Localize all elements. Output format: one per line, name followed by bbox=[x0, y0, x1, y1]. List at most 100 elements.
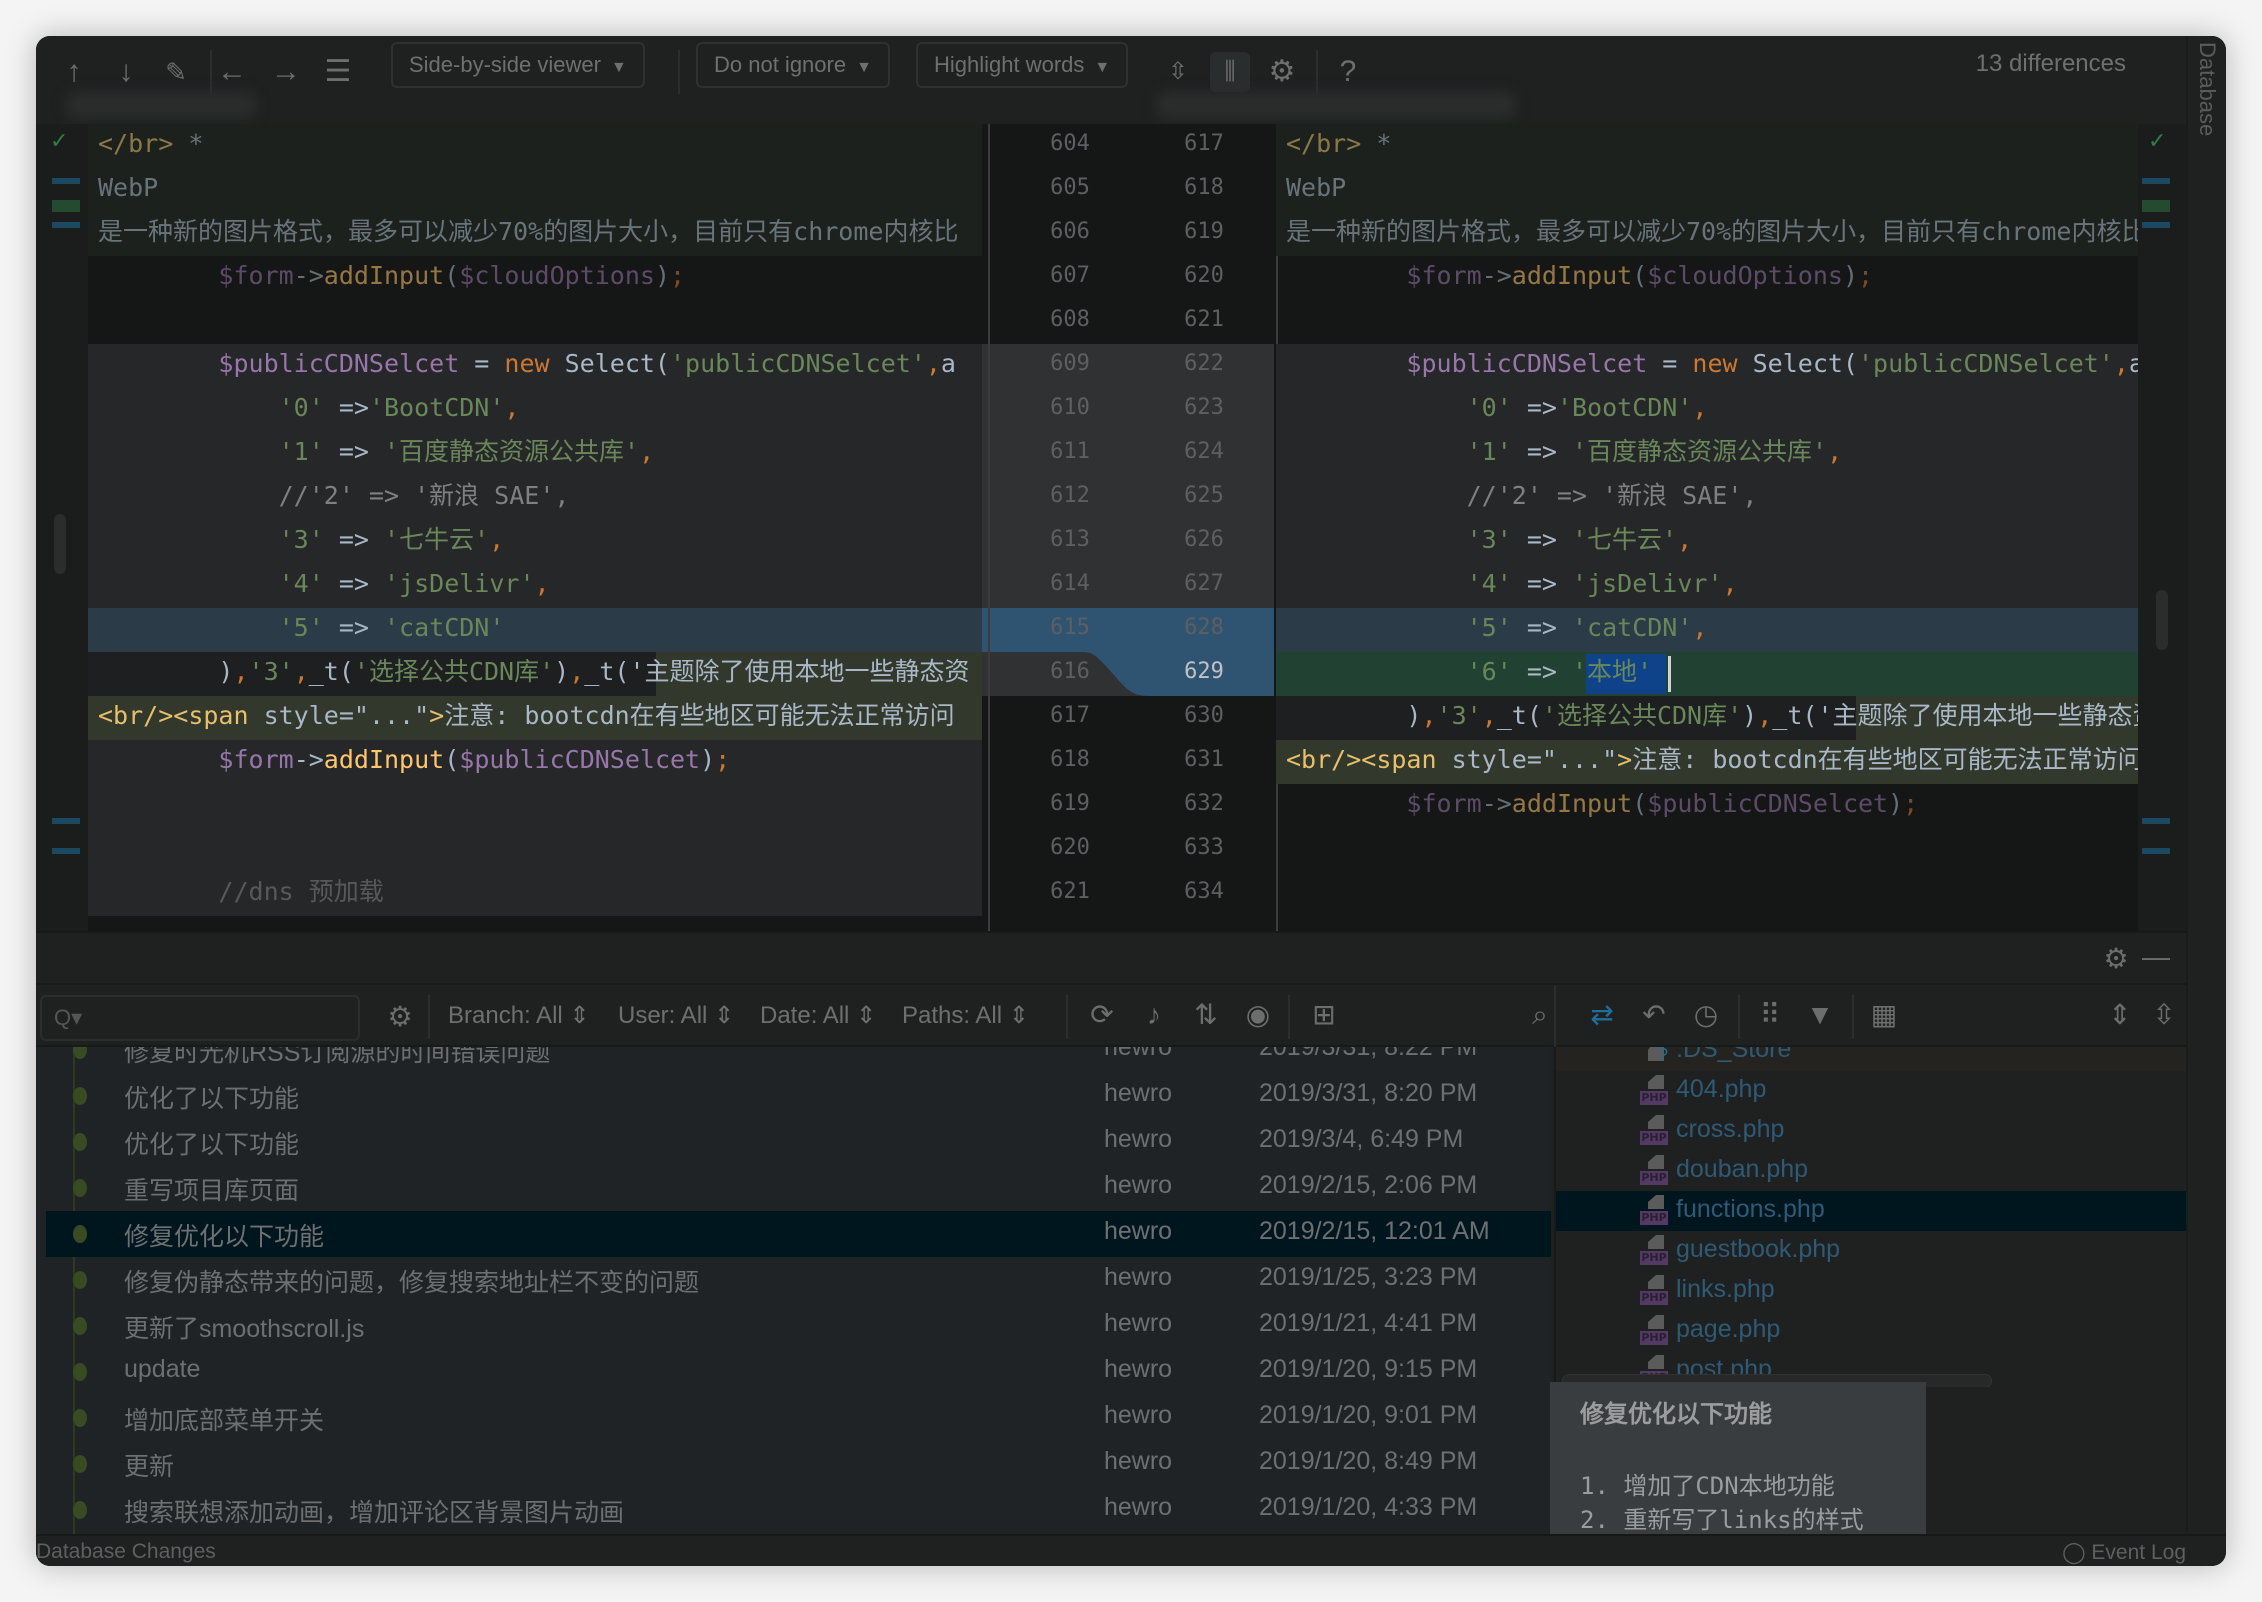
synchronize-scroll-icon[interactable]: ⫼ bbox=[1210, 52, 1250, 92]
file-row[interactable]: PHP douban.php bbox=[1556, 1151, 2186, 1191]
new-tab-icon[interactable]: ⊞ bbox=[1306, 999, 1342, 1031]
commit-author: hewro bbox=[1104, 1493, 1173, 1521]
paths-filter[interactable]: Paths: All ⇕ bbox=[902, 1001, 1029, 1030]
minimize-icon[interactable]: — bbox=[2138, 941, 2174, 973]
date-filter[interactable]: Date: All ⇕ bbox=[760, 1001, 876, 1030]
left-line-number: 617 bbox=[1050, 703, 1090, 728]
list-menu-icon[interactable]: ☰ bbox=[318, 52, 358, 92]
database-side-tab[interactable]: Database bbox=[2186, 36, 2226, 1531]
edit-source-icon[interactable]: ✎ bbox=[156, 52, 196, 92]
commit-row[interactable]: 修复伪静态带来的问题，修复搜索地址栏不变的问题 hewro 2019/1/25, 3… bbox=[46, 1257, 1551, 1303]
commit-row[interactable]: 搜索联想添加动画，增加评论区背景图片动画 hewro 2019/1/20, 4:33… bbox=[46, 1487, 1551, 1533]
commit-author: hewro bbox=[1104, 1079, 1173, 1107]
branch-filter[interactable]: Branch: All ⇕ bbox=[448, 1001, 590, 1030]
commit-date: 2019/3/31, 8:20 PM bbox=[1259, 1079, 1478, 1107]
gear-icon[interactable]: ⚙ bbox=[2098, 943, 2134, 975]
gear-icon[interactable]: ⚙ bbox=[382, 1001, 418, 1033]
commit-row[interactable]: update hewro 2019/1/20, 9:15 PM bbox=[46, 1349, 1551, 1395]
commit-message: 优化了以下功能 bbox=[124, 1085, 300, 1113]
file-row[interactable]: PHP cross.php bbox=[1556, 1111, 2186, 1151]
commit-log-table[interactable]: 修复时光机RSS订阅源的时间错误问题 hewro 2019/3/31, 8:22 P… bbox=[36, 1047, 1551, 1566]
sort-icon[interactable]: ⇅ bbox=[1188, 999, 1224, 1031]
check-icon: ✓ bbox=[50, 128, 69, 153]
panel-separator bbox=[1554, 985, 1556, 1049]
event-log-button[interactable]: ◯ Event Log bbox=[2062, 1540, 2186, 1565]
code-line: 是一种新的图片格式，最多可以减少70%的图片大小，目前只有chrome内核比较 bbox=[1286, 217, 2138, 246]
file-row[interactable]: PHP 404.php bbox=[1556, 1071, 2186, 1111]
expand-all-icon[interactable]: ⇕ bbox=[2102, 999, 2138, 1031]
commit-message: 修复伪静态带来的问题，修复搜索地址栏不变的问题 bbox=[124, 1269, 700, 1297]
right-line-number: 625 bbox=[1184, 483, 1224, 508]
file-row[interactable]: PHP links.php bbox=[1556, 1271, 2186, 1311]
layout-icon[interactable]: ▦ bbox=[1866, 999, 1902, 1031]
file-row[interactable]: ? .DS_Store bbox=[1556, 1047, 2186, 1071]
left-line-number: 615 bbox=[1050, 615, 1090, 640]
change-marker bbox=[52, 222, 80, 228]
php-file-icon: PHP bbox=[1640, 1075, 1668, 1107]
right-code-pane[interactable]: </br> * WebP 是一种新的图片格式，最多可以减少70%的图片大小，目前只有… bbox=[1276, 124, 2138, 931]
commit-date: 2019/1/25, 3:23 PM bbox=[1259, 1263, 1478, 1291]
left-line-number: 604 bbox=[1050, 131, 1090, 156]
code-line: '1' => '百度静态资源公共库', bbox=[278, 437, 655, 466]
log-search-input[interactable]: Q▾ bbox=[40, 995, 360, 1041]
collapse-all-icon[interactable]: ⇳ bbox=[2146, 999, 2182, 1031]
show-diff-icon[interactable]: ⇄ bbox=[1584, 999, 1620, 1031]
commit-message: 重写项目库页面 bbox=[124, 1177, 300, 1205]
previous-file-icon[interactable]: ← bbox=[212, 52, 252, 92]
commit-row[interactable]: 更新 hewro 2019/1/20, 8:49 PM bbox=[46, 1441, 1551, 1487]
commit-author: hewro bbox=[1104, 1217, 1173, 1245]
left-fold-line bbox=[988, 124, 990, 931]
user-filter-label: User: All bbox=[618, 1002, 708, 1029]
ignore-dropdown[interactable]: Do not ignore ▼ bbox=[696, 42, 890, 88]
highlight-dropdown[interactable]: Highlight words ▼ bbox=[916, 42, 1129, 88]
cherry-pick-icon[interactable]: ♪ bbox=[1136, 999, 1172, 1031]
toolbar-separator bbox=[1288, 995, 1290, 1039]
database-changes-tab[interactable]: Database Changes bbox=[36, 1540, 216, 1564]
right-line-number: 633 bbox=[1184, 835, 1224, 860]
next-difference-icon[interactable]: ↓ bbox=[106, 52, 146, 92]
gear-icon[interactable]: ⚙ bbox=[1262, 52, 1302, 92]
commit-row[interactable]: 修复时光机RSS订阅源的时间错误问题 hewro 2019/3/31, 8:22 P… bbox=[46, 1047, 1551, 1073]
code-line: </br> * bbox=[98, 129, 204, 158]
search-icon[interactable]: ⌕ bbox=[1522, 999, 1558, 1031]
revert-icon[interactable]: ↶ bbox=[1636, 999, 1672, 1031]
change-marker bbox=[2142, 848, 2170, 854]
commit-date: 2019/2/15, 12:01 AM bbox=[1259, 1217, 1490, 1245]
diff-toolbar: ↑ ↓ ✎ ← → ☰ Side-by-side viewer ▼ Do not … bbox=[36, 36, 2186, 108]
ignore-label: Do not ignore bbox=[714, 52, 847, 77]
code-line: ),'3',_t('选择公共CDN库'),_t('主题除了使用本地一些静态资源 bbox=[1286, 701, 2138, 730]
commit-row[interactable]: 优化了以下功能 hewro 2019/3/4, 6:49 PM bbox=[46, 1119, 1551, 1165]
commit-date: 2019/1/20, 9:15 PM bbox=[1259, 1355, 1478, 1383]
vcs-panel-header: ⚙ — bbox=[36, 931, 2186, 983]
code-line: $form->addInput($publicCDNSelcet); bbox=[1406, 789, 1919, 818]
changed-files-tree[interactable]: ? .DS_Store PHP 404.php PHP cross.php PHP douba… bbox=[1554, 1047, 2186, 1387]
file-row[interactable]: PHP page.php bbox=[1556, 1311, 2186, 1351]
history-icon[interactable]: ◷ bbox=[1688, 999, 1724, 1031]
paths-filter-label: Paths: All bbox=[902, 1002, 1003, 1029]
commit-row[interactable]: 优化了以下功能 hewro 2019/3/31, 8:20 PM bbox=[46, 1073, 1551, 1119]
filter-icon[interactable]: ▼ bbox=[1802, 999, 1838, 1031]
group-by-icon[interactable]: ⠿ bbox=[1752, 999, 1788, 1031]
left-scrollbar-thumb[interactable] bbox=[54, 514, 66, 574]
previous-difference-icon[interactable]: ↑ bbox=[54, 52, 94, 92]
file-row[interactable]: PHP functions.php bbox=[1556, 1191, 2186, 1231]
file-row[interactable]: PHP guestbook.php bbox=[1556, 1231, 2186, 1271]
next-file-icon[interactable]: → bbox=[266, 52, 306, 92]
right-scrollbar-thumb[interactable] bbox=[2156, 590, 2168, 650]
commit-row[interactable]: 修复优化以下功能 hewro 2019/2/15, 12:01 AM bbox=[46, 1211, 1551, 1257]
commit-author: hewro bbox=[1104, 1447, 1173, 1475]
right-line-number: 621 bbox=[1184, 307, 1224, 332]
commit-row[interactable]: 增加底部菜单开关 hewro 2019/1/20, 9:01 PM bbox=[46, 1395, 1551, 1441]
code-line: <br/><span style="...">注意: bootcdn在有些地区可… bbox=[1286, 745, 2138, 774]
refresh-icon[interactable]: ⟳ bbox=[1084, 999, 1120, 1031]
eye-icon[interactable]: ◉ bbox=[1240, 999, 1276, 1031]
help-icon[interactable]: ? bbox=[1328, 52, 1368, 92]
left-code-pane[interactable]: </br> * WebP 是一种新的图片格式，最多可以减少70%的图片大小，目前只有… bbox=[88, 124, 982, 931]
commit-author: hewro bbox=[1104, 1309, 1173, 1337]
commit-row[interactable]: 重写项目库页面 hewro 2019/2/15, 2:06 PM bbox=[46, 1165, 1551, 1211]
commit-row[interactable]: 更新了smoothscroll.js hewro 2019/1/21, 4:41 P… bbox=[46, 1303, 1551, 1349]
viewer-dropdown[interactable]: Side-by-side viewer ▼ bbox=[391, 42, 645, 88]
date-filter-label: Date: All bbox=[760, 1002, 850, 1029]
user-filter[interactable]: User: All ⇕ bbox=[618, 1001, 734, 1030]
collapse-unchanged-icon[interactable]: ⇳ bbox=[1158, 52, 1198, 92]
